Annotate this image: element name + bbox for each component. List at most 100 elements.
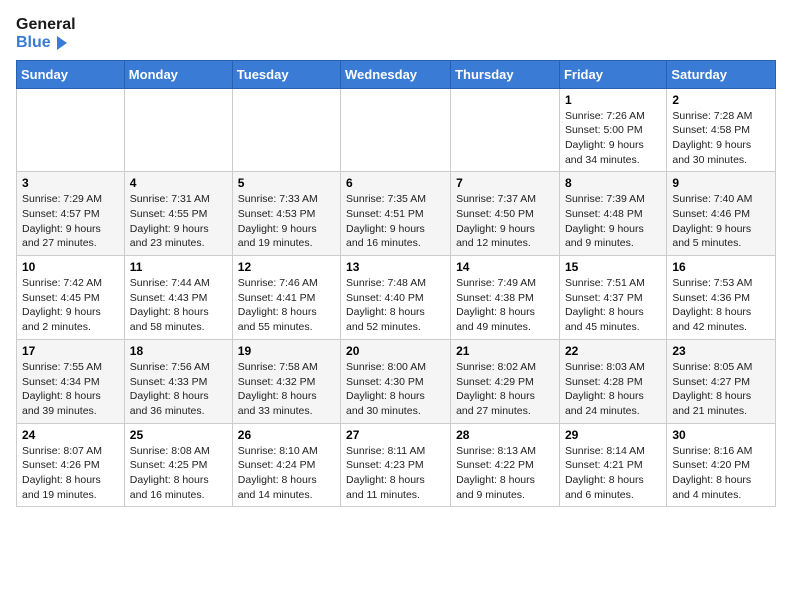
calendar-cell: 27 Sunrise: 8:11 AM Sunset: 4:23 PM Dayli… (341, 423, 451, 507)
calendar-cell: 20 Sunrise: 8:00 AM Sunset: 4:30 PM Dayli… (341, 339, 451, 423)
day-number: 26 (238, 428, 335, 442)
day-info: Sunrise: 7:39 AM Sunset: 4:48 PM Dayligh… (565, 192, 661, 251)
day-number: 6 (346, 176, 445, 190)
day-number: 13 (346, 260, 445, 274)
calendar-cell: 16 Sunrise: 7:53 AM Sunset: 4:36 PM Dayli… (667, 256, 776, 340)
week-row-3: 10Sunrise: 7:42 AM Sunset: 4:45 PM Dayli… (17, 256, 776, 340)
day-info: Sunrise: 7:44 AM Sunset: 4:43 PM Dayligh… (130, 276, 227, 335)
day-info: Sunrise: 8:14 AM Sunset: 4:21 PM Dayligh… (565, 444, 661, 503)
day-info: Sunrise: 7:55 AM Sunset: 4:34 PM Dayligh… (22, 360, 119, 419)
weekday-header-monday: Monday (124, 60, 232, 88)
calendar-cell: 29 Sunrise: 8:14 AM Sunset: 4:21 PM Dayli… (559, 423, 666, 507)
day-number: 18 (130, 344, 227, 358)
day-info: Sunrise: 8:00 AM Sunset: 4:30 PM Dayligh… (346, 360, 445, 419)
calendar-cell: 7 Sunrise: 7:37 AM Sunset: 4:50 PM Daylig… (451, 172, 560, 256)
week-row-1: 1 Sunrise: 7:26 AM Sunset: 5:00 PM Daylig… (17, 88, 776, 172)
logo-blue: Blue (16, 34, 76, 52)
day-info: Sunrise: 7:35 AM Sunset: 4:51 PM Dayligh… (346, 192, 445, 251)
calendar-cell: 15 Sunrise: 7:51 AM Sunset: 4:37 PM Dayli… (559, 256, 666, 340)
calendar-cell: 4 Sunrise: 7:31 AM Sunset: 4:55 PM Daylig… (124, 172, 232, 256)
day-number: 12 (238, 260, 335, 274)
day-number: 29 (565, 428, 661, 442)
calendar-cell: 19 Sunrise: 7:58 AM Sunset: 4:32 PM Dayli… (232, 339, 340, 423)
calendar-cell: 24 Sunrise: 8:07 AM Sunset: 4:26 PM Dayli… (17, 423, 125, 507)
calendar-cell: 13 Sunrise: 7:48 AM Sunset: 4:40 PM Dayli… (341, 256, 451, 340)
day-number: 5 (238, 176, 335, 190)
day-number: 25 (130, 428, 227, 442)
day-info: Sunrise: 7:56 AM Sunset: 4:33 PM Dayligh… (130, 360, 227, 419)
calendar-cell: 8 Sunrise: 7:39 AM Sunset: 4:48 PM Daylig… (559, 172, 666, 256)
calendar-cell: 28 Sunrise: 8:13 AM Sunset: 4:22 PM Dayli… (451, 423, 560, 507)
day-info: Sunrise: 7:49 AM Sunset: 4:38 PM Dayligh… (456, 276, 554, 335)
day-number: 17 (22, 344, 119, 358)
calendar-cell: 5 Sunrise: 7:33 AM Sunset: 4:53 PM Daylig… (232, 172, 340, 256)
weekday-header-row: SundayMondayTuesdayWednesdayThursdayFrid… (17, 60, 776, 88)
day-number: 27 (346, 428, 445, 442)
day-number: 15 (565, 260, 661, 274)
weekday-header-tuesday: Tuesday (232, 60, 340, 88)
day-number: 4 (130, 176, 227, 190)
day-number: 9 (672, 176, 770, 190)
calendar-cell: 25 Sunrise: 8:08 AM Sunset: 4:25 PM Dayli… (124, 423, 232, 507)
calendar-cell: 9Sunrise: 7:40 AM Sunset: 4:46 PM Daylig… (667, 172, 776, 256)
day-number: 11 (130, 260, 227, 274)
day-number: 30 (672, 428, 770, 442)
weekday-header-thursday: Thursday (451, 60, 560, 88)
day-number: 16 (672, 260, 770, 274)
day-info: Sunrise: 7:46 AM Sunset: 4:41 PM Dayligh… (238, 276, 335, 335)
day-info: Sunrise: 7:28 AM Sunset: 4:58 PM Dayligh… (672, 109, 770, 168)
calendar-cell: 10Sunrise: 7:42 AM Sunset: 4:45 PM Dayli… (17, 256, 125, 340)
week-row-5: 24 Sunrise: 8:07 AM Sunset: 4:26 PM Dayli… (17, 423, 776, 507)
day-info: Sunrise: 7:51 AM Sunset: 4:37 PM Dayligh… (565, 276, 661, 335)
calendar-cell: 22Sunrise: 8:03 AM Sunset: 4:28 PM Dayli… (559, 339, 666, 423)
day-info: Sunrise: 7:53 AM Sunset: 4:36 PM Dayligh… (672, 276, 770, 335)
day-info: Sunrise: 7:58 AM Sunset: 4:32 PM Dayligh… (238, 360, 335, 419)
day-number: 20 (346, 344, 445, 358)
calendar-cell (124, 88, 232, 172)
weekday-header-sunday: Sunday (17, 60, 125, 88)
day-info: Sunrise: 8:10 AM Sunset: 4:24 PM Dayligh… (238, 444, 335, 503)
calendar-cell: 17 Sunrise: 7:55 AM Sunset: 4:34 PM Dayli… (17, 339, 125, 423)
day-number: 8 (565, 176, 661, 190)
calendar-cell: 1 Sunrise: 7:26 AM Sunset: 5:00 PM Daylig… (559, 88, 666, 172)
day-info: Sunrise: 7:33 AM Sunset: 4:53 PM Dayligh… (238, 192, 335, 251)
calendar-cell (451, 88, 560, 172)
day-number: 1 (565, 93, 661, 107)
day-info: Sunrise: 7:29 AM Sunset: 4:57 PM Dayligh… (22, 192, 119, 251)
day-info: Sunrise: 8:08 AM Sunset: 4:25 PM Dayligh… (130, 444, 227, 503)
day-info: Sunrise: 8:16 AM Sunset: 4:20 PM Dayligh… (672, 444, 770, 503)
logo-arrow-icon (53, 34, 71, 52)
day-info: Sunrise: 8:05 AM Sunset: 4:27 PM Dayligh… (672, 360, 770, 419)
day-number: 19 (238, 344, 335, 358)
day-number: 3 (22, 176, 119, 190)
day-info: Sunrise: 7:48 AM Sunset: 4:40 PM Dayligh… (346, 276, 445, 335)
calendar-table: SundayMondayTuesdayWednesdayThursdayFrid… (16, 60, 776, 508)
logo: General Blue (16, 16, 76, 52)
day-number: 14 (456, 260, 554, 274)
calendar-cell (341, 88, 451, 172)
day-info: Sunrise: 7:26 AM Sunset: 5:00 PM Dayligh… (565, 109, 661, 168)
day-info: Sunrise: 8:07 AM Sunset: 4:26 PM Dayligh… (22, 444, 119, 503)
week-row-4: 17 Sunrise: 7:55 AM Sunset: 4:34 PM Dayli… (17, 339, 776, 423)
day-number: 2 (672, 93, 770, 107)
day-number: 10 (22, 260, 119, 274)
day-info: Sunrise: 7:31 AM Sunset: 4:55 PM Dayligh… (130, 192, 227, 251)
calendar-cell: 30 Sunrise: 8:16 AM Sunset: 4:20 PM Dayli… (667, 423, 776, 507)
calendar-cell: 14 Sunrise: 7:49 AM Sunset: 4:38 PM Dayli… (451, 256, 560, 340)
calendar-cell: 11 Sunrise: 7:44 AM Sunset: 4:43 PM Dayli… (124, 256, 232, 340)
day-number: 28 (456, 428, 554, 442)
day-number: 21 (456, 344, 554, 358)
day-number: 7 (456, 176, 554, 190)
calendar-cell: 2 Sunrise: 7:28 AM Sunset: 4:58 PM Daylig… (667, 88, 776, 172)
weekday-header-friday: Friday (559, 60, 666, 88)
day-info: Sunrise: 8:11 AM Sunset: 4:23 PM Dayligh… (346, 444, 445, 503)
day-number: 24 (22, 428, 119, 442)
calendar-cell: 23 Sunrise: 8:05 AM Sunset: 4:27 PM Dayli… (667, 339, 776, 423)
weekday-header-saturday: Saturday (667, 60, 776, 88)
week-row-2: 3 Sunrise: 7:29 AM Sunset: 4:57 PM Daylig… (17, 172, 776, 256)
day-info: Sunrise: 8:13 AM Sunset: 4:22 PM Dayligh… (456, 444, 554, 503)
logo-mark: General Blue (16, 16, 76, 52)
day-number: 23 (672, 344, 770, 358)
day-info: Sunrise: 7:37 AM Sunset: 4:50 PM Dayligh… (456, 192, 554, 251)
logo-general: General (16, 16, 76, 34)
